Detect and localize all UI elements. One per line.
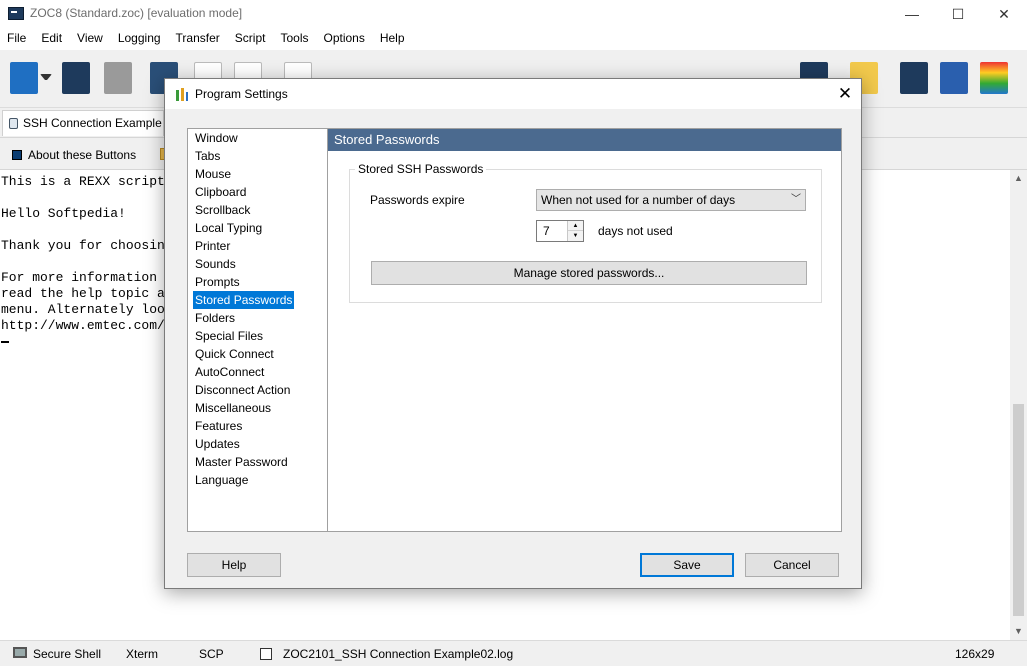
status-emulation[interactable]: Xterm <box>126 647 158 661</box>
category-scrollback[interactable]: Scrollback <box>193 201 252 219</box>
button-icon <box>12 150 22 160</box>
status-transfer[interactable]: SCP <box>199 647 224 661</box>
category-prompts[interactable]: Prompts <box>193 273 242 291</box>
font-icon[interactable] <box>940 62 968 94</box>
status-bar: Secure Shell Xterm SCP ZOC2101_SSH Conne… <box>0 640 1027 666</box>
manage-passwords-button[interactable]: Manage stored passwords... <box>371 261 807 285</box>
group-title: Stored SSH Passwords <box>355 162 487 176</box>
panel-header: Stored Passwords <box>328 129 841 151</box>
close-button[interactable]: ✕ <box>981 0 1027 28</box>
spinner-buttons: ▲ ▼ <box>567 221 583 241</box>
spinner-down-icon[interactable]: ▼ <box>568 231 583 241</box>
category-special-files[interactable]: Special Files <box>193 327 265 345</box>
menu-view[interactable]: View <box>70 28 111 50</box>
colors-icon[interactable] <box>980 62 1008 94</box>
menu-bar: File Edit View Logging Transfer Script T… <box>0 28 1027 50</box>
category-printer[interactable]: Printer <box>193 237 232 255</box>
help-button[interactable]: Help <box>187 553 281 577</box>
days-spinner[interactable]: 7 ▲ ▼ <box>536 220 584 242</box>
settings-panel: Stored Passwords Stored SSH Passwords Pa… <box>327 128 842 532</box>
category-tabs[interactable]: Tabs <box>193 147 222 165</box>
status-size: 126x29 <box>955 647 995 661</box>
category-miscellaneous[interactable]: Miscellaneous <box>193 399 273 417</box>
menu-script[interactable]: Script <box>228 28 274 50</box>
minimize-button[interactable]: — <box>889 0 935 28</box>
passwords-expire-label: Passwords expire <box>370 193 465 207</box>
terminal-cursor <box>1 341 9 343</box>
menu-options[interactable]: Options <box>316 28 372 50</box>
terminal-scrollbar[interactable]: ▲ ▼ <box>1010 170 1027 640</box>
settings-category-list[interactable]: Window Tabs Mouse Clipboard Scrollback L… <box>187 128 328 532</box>
category-sounds[interactable]: Sounds <box>193 255 238 273</box>
window-titlebar: ZOC8 (Standard.zoc) [evaluation mode] — … <box>0 0 1027 28</box>
menu-file[interactable]: File <box>0 28 34 50</box>
category-mouse[interactable]: Mouse <box>193 165 233 183</box>
about-buttons-label: About these Buttons <box>28 148 137 162</box>
terminal-line: menu. Alternately loo <box>1 302 165 317</box>
spinner-up-icon[interactable]: ▲ <box>568 221 583 231</box>
scroll-down-icon[interactable]: ▼ <box>1010 623 1027 640</box>
about-buttons-button[interactable]: About these Buttons <box>12 146 136 164</box>
disconnect-icon[interactable] <box>104 62 132 94</box>
menu-transfer[interactable]: Transfer <box>169 28 228 50</box>
passwords-expire-value: When not used for a number of days <box>541 193 736 207</box>
program-settings-dialog: Program Settings ✕ Window Tabs Mouse Cli… <box>164 78 862 589</box>
terminal-line: This is a REXX script <box>1 174 165 189</box>
menu-tools[interactable]: Tools <box>273 28 316 50</box>
rexx-icon[interactable] <box>900 62 928 94</box>
category-features[interactable]: Features <box>193 417 244 435</box>
monitor-icon <box>13 647 27 658</box>
chevron-down-icon[interactable] <box>40 74 52 82</box>
dialog-close-button[interactable]: ✕ <box>833 82 857 106</box>
zoc-app-icon <box>8 7 24 20</box>
category-window[interactable]: Window <box>193 129 240 147</box>
dialog-titlebar: Program Settings ✕ <box>165 79 861 109</box>
terminal-line: Thank you for choosin <box>1 238 165 253</box>
category-local-typing[interactable]: Local Typing <box>193 219 264 237</box>
cancel-button[interactable]: Cancel <box>745 553 839 577</box>
menu-help[interactable]: Help <box>373 28 413 50</box>
session-icon <box>9 118 18 129</box>
terminal-line: http://www.emtec.com/ <box>1 318 165 333</box>
category-autoconnect[interactable]: AutoConnect <box>193 363 266 381</box>
days-value: 7 <box>543 224 550 238</box>
category-disconnect-action[interactable]: Disconnect Action <box>193 381 292 399</box>
host-directory-icon[interactable] <box>10 62 38 94</box>
quick-connect-icon[interactable] <box>62 62 90 94</box>
category-folders[interactable]: Folders <box>193 309 237 327</box>
session-tab[interactable]: SSH Connection Example <box>2 110 164 136</box>
category-master-password[interactable]: Master Password <box>193 453 290 471</box>
category-quick-connect[interactable]: Quick Connect <box>193 345 276 363</box>
window-title: ZOC8 (Standard.zoc) [evaluation mode] <box>30 6 243 20</box>
terminal-line: Hello Softpedia! <box>1 206 126 221</box>
scroll-thumb[interactable] <box>1013 404 1024 616</box>
status-logfile[interactable]: ZOC2101_SSH Connection Example02.log <box>283 647 513 661</box>
logging-checkbox[interactable] <box>260 648 272 660</box>
menu-logging[interactable]: Logging <box>111 28 169 50</box>
category-updates[interactable]: Updates <box>193 435 242 453</box>
dialog-title: Program Settings <box>195 87 288 101</box>
category-clipboard[interactable]: Clipboard <box>193 183 248 201</box>
scroll-up-icon[interactable]: ▲ <box>1010 170 1027 187</box>
category-language[interactable]: Language <box>193 471 250 489</box>
session-tab-label: SSH Connection Example <box>23 116 162 130</box>
terminal-line: read the help topic a <box>1 286 165 301</box>
terminal-line: For more information <box>1 270 158 285</box>
days-not-used-label: days not used <box>598 224 673 238</box>
chevron-down-icon: ﹀ <box>791 194 801 205</box>
maximize-button[interactable]: ☐ <box>935 0 981 28</box>
save-button[interactable]: Save <box>640 553 734 577</box>
category-stored-passwords[interactable]: Stored Passwords <box>193 291 295 309</box>
menu-edit[interactable]: Edit <box>34 28 70 50</box>
settings-icon <box>176 88 188 101</box>
status-protocol[interactable]: Secure Shell <box>33 647 101 661</box>
passwords-expire-select[interactable]: When not used for a number of days ﹀ <box>536 189 806 211</box>
